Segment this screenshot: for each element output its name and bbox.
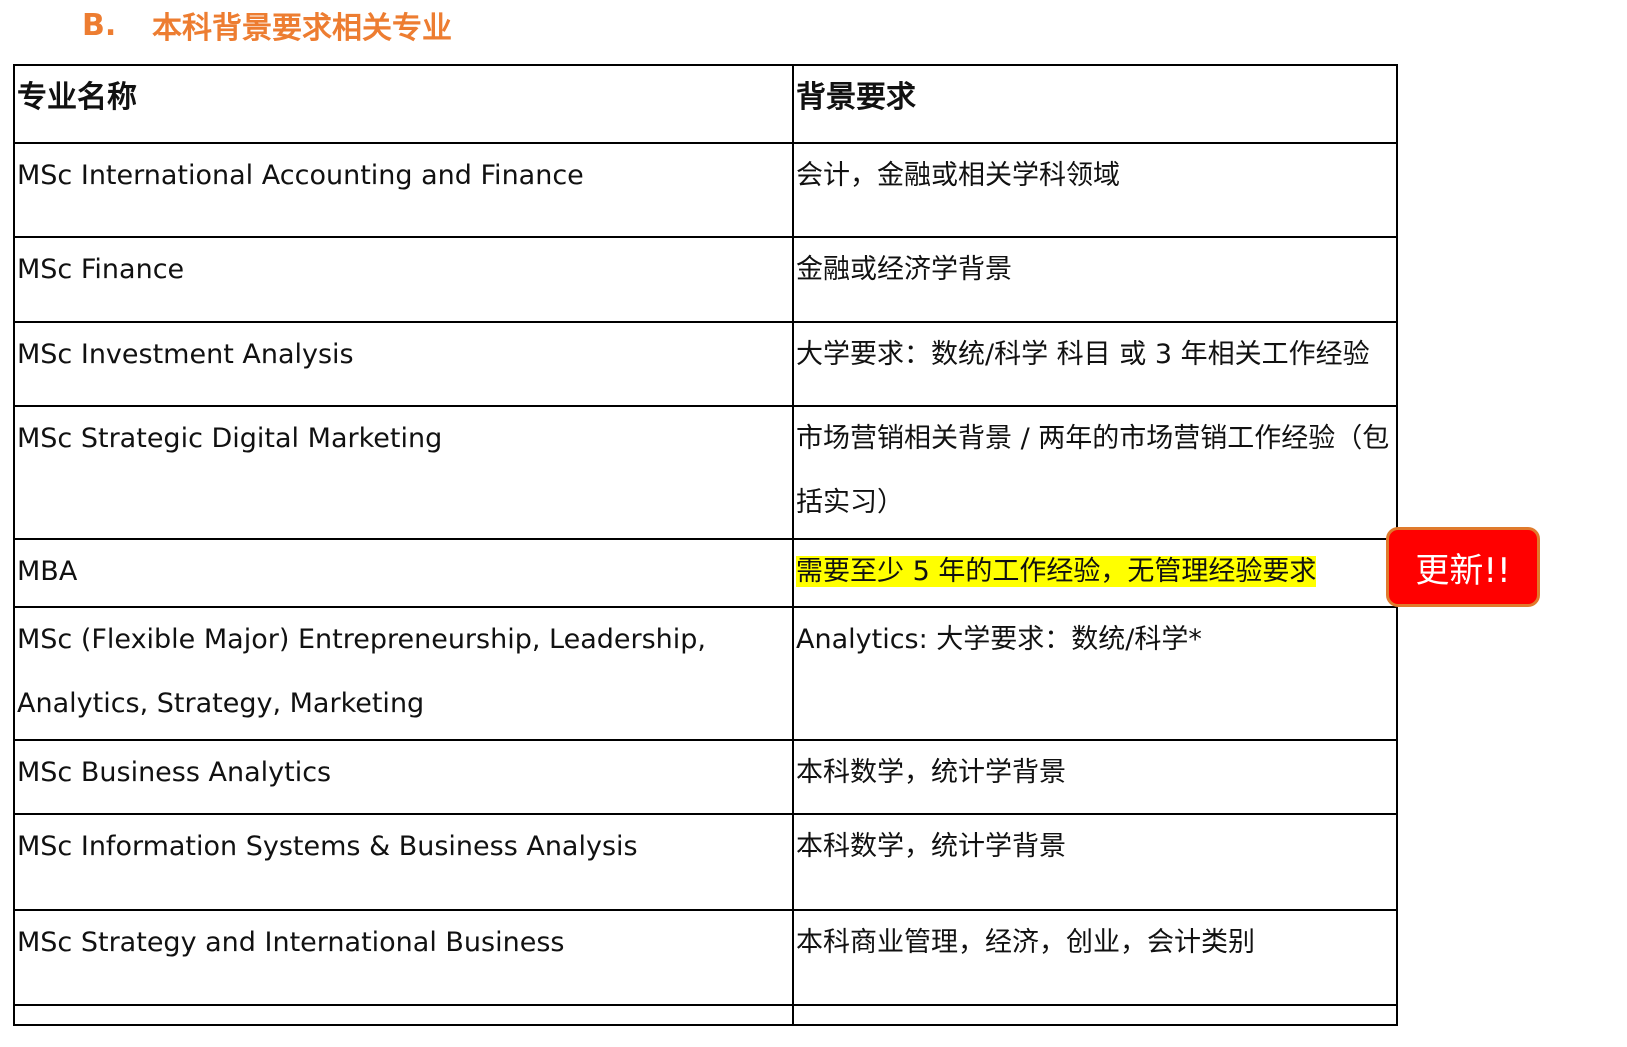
background-requirement: 市场营销相关背景 / 两年的市场营销工作经验（包括实习） bbox=[792, 405, 1398, 540]
table-row: MBA 需要至少 5 年的工作经验，无管理经验要求 bbox=[13, 538, 1398, 608]
table-header-row: 专业名称 背景要求 bbox=[13, 64, 1398, 144]
table-row: MSc Strategy and International Business … bbox=[13, 909, 1398, 1006]
column-header-requirement: 背景要求 bbox=[792, 64, 1398, 144]
program-name: MSc Finance bbox=[13, 236, 794, 323]
empty-cell bbox=[13, 1004, 794, 1026]
column-header-program: 专业名称 bbox=[13, 64, 794, 144]
table-row: MSc International Accounting and Finance… bbox=[13, 142, 1398, 238]
program-name: MSc Strategic Digital Marketing bbox=[13, 405, 794, 540]
background-requirement: 会计，金融或相关学科领域 bbox=[792, 142, 1398, 238]
update-badge[interactable]: 更新!! bbox=[1386, 527, 1540, 607]
program-name: MSc International Accounting and Finance bbox=[13, 142, 794, 238]
table-row-partial bbox=[13, 1004, 1398, 1026]
section-letter: B. bbox=[82, 7, 117, 43]
table-row: MSc Strategic Digital Marketing 市场营销相关背景… bbox=[13, 405, 1398, 540]
background-requirement: 金融或经济学背景 bbox=[792, 236, 1398, 323]
highlighted-requirement: 需要至少 5 年的工作经验，无管理经验要求 bbox=[796, 556, 1317, 587]
program-name: MSc Information Systems & Business Analy… bbox=[13, 813, 794, 911]
table-row: MSc Investment Analysis 大学要求：数统/科学 科目 或 … bbox=[13, 321, 1398, 407]
background-requirement: 本科数学，统计学背景 bbox=[792, 739, 1398, 815]
background-requirement: Analytics: 大学要求：数统/科学* bbox=[792, 606, 1398, 741]
program-name: MSc (Flexible Major) Entrepreneurship, L… bbox=[13, 606, 794, 741]
requirements-table: 专业名称 背景要求 MSc International Accounting a… bbox=[13, 64, 1398, 1026]
background-requirement: 本科数学，统计学背景 bbox=[792, 813, 1398, 911]
table-row: MSc (Flexible Major) Entrepreneurship, L… bbox=[13, 606, 1398, 741]
table-row: MSc Information Systems & Business Analy… bbox=[13, 813, 1398, 911]
program-name: MSc Strategy and International Business bbox=[13, 909, 794, 1006]
table-row: MSc Finance 金融或经济学背景 bbox=[13, 236, 1398, 323]
background-requirement-cell: 需要至少 5 年的工作经验，无管理经验要求 bbox=[792, 538, 1398, 608]
background-requirement: 本科商业管理，经济，创业，会计类别 bbox=[792, 909, 1398, 1006]
program-name: MSc Business Analytics bbox=[13, 739, 794, 815]
section-title: 本科背景要求相关专业 bbox=[152, 11, 452, 46]
empty-cell bbox=[792, 1004, 1398, 1026]
section-heading: B. 本科背景要求相关专业 bbox=[82, 0, 452, 50]
background-requirement: 大学要求：数统/科学 科目 或 3 年相关工作经验 bbox=[792, 321, 1398, 407]
program-name: MBA bbox=[13, 538, 794, 608]
program-name: MSc Investment Analysis bbox=[13, 321, 794, 407]
table-row: MSc Business Analytics 本科数学，统计学背景 bbox=[13, 739, 1398, 815]
